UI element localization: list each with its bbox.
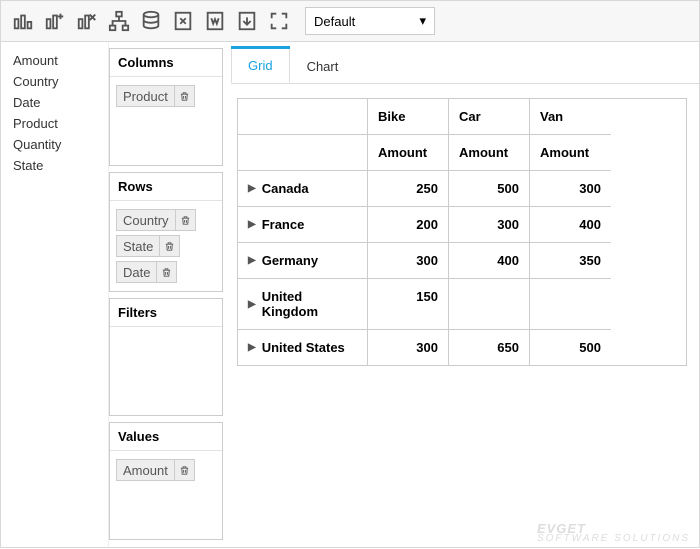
main-area: AmountCountryDateProductQuantityState Co… xyxy=(0,42,700,548)
pivot-cell: 300 xyxy=(449,207,530,243)
pivot-cell xyxy=(449,279,530,330)
excel-export-icon[interactable] xyxy=(169,7,197,35)
panel-values: Values Amount xyxy=(109,422,223,540)
pivot-sub-header: Amount xyxy=(449,135,530,171)
expand-icon[interactable]: ▶ xyxy=(248,219,256,230)
layout-selector[interactable]: Default ▾ xyxy=(305,7,435,35)
pivot-corner xyxy=(238,99,368,135)
pivot-row-header[interactable]: ▶ France xyxy=(238,207,368,243)
tabs: Grid Chart xyxy=(231,44,699,84)
field-item[interactable]: Country xyxy=(7,71,102,92)
panel-columns-body[interactable]: Product xyxy=(110,77,222,165)
tab-chart[interactable]: Chart xyxy=(290,49,356,83)
pivot-row-label: United Kingdom xyxy=(262,289,357,319)
panel-filters: Filters xyxy=(109,298,223,416)
trash-icon[interactable] xyxy=(174,86,194,106)
bar-add-icon[interactable] xyxy=(41,7,69,35)
toolbar: Default ▾ xyxy=(0,0,700,42)
pivot-row-label: Canada xyxy=(262,181,309,196)
panel-rows-body[interactable]: Country State Date xyxy=(110,201,222,291)
content-area: Grid Chart BikeCarVanAmountAmountAmount▶… xyxy=(227,42,699,547)
pivot-cell: 400 xyxy=(530,207,611,243)
field-tag[interactable]: Country xyxy=(116,209,196,231)
pivot-cell: 650 xyxy=(449,330,530,365)
database-icon[interactable] xyxy=(137,7,165,35)
panel-rows: Rows Country State Date xyxy=(109,172,223,292)
panel-filters-header: Filters xyxy=(110,299,222,327)
pivot-row-header[interactable]: ▶ United Kingdom xyxy=(238,279,368,330)
expand-icon[interactable]: ▶ xyxy=(248,342,256,353)
field-tag-label: Country xyxy=(117,213,175,228)
field-item[interactable]: Date xyxy=(7,92,102,113)
field-list: AmountCountryDateProductQuantityState xyxy=(1,42,109,547)
expand-icon[interactable]: ▶ xyxy=(248,299,256,310)
field-tag[interactable]: Amount xyxy=(116,459,195,481)
chevron-down-icon: ▾ xyxy=(419,13,426,29)
trash-icon[interactable] xyxy=(159,236,179,256)
pivot-cell: 250 xyxy=(368,171,449,207)
trash-icon[interactable] xyxy=(175,210,195,230)
panel-columns: Columns Product xyxy=(109,48,223,166)
panel-rows-header: Rows xyxy=(110,173,222,201)
pivot-cell xyxy=(530,279,611,330)
trash-icon[interactable] xyxy=(156,262,176,282)
bar-remove-icon[interactable] xyxy=(73,7,101,35)
pivot-col-header[interactable]: Car xyxy=(449,99,530,135)
trash-icon[interactable] xyxy=(174,460,194,480)
pivot-cell: 200 xyxy=(368,207,449,243)
field-tag-label: Date xyxy=(117,265,156,280)
pivot-sub-header: Amount xyxy=(530,135,611,171)
pivot-grid: BikeCarVanAmountAmountAmount▶Canada25050… xyxy=(237,98,687,366)
field-tag[interactable]: Product xyxy=(116,85,195,107)
field-tag[interactable]: Date xyxy=(116,261,177,283)
pivot-sub-header: Amount xyxy=(368,135,449,171)
pivot-cell: 500 xyxy=(530,330,611,365)
field-tag-label: State xyxy=(117,239,159,254)
layout-selector-value: Default xyxy=(314,14,355,29)
panel-values-header: Values xyxy=(110,423,222,451)
field-item[interactable]: Amount xyxy=(7,50,102,71)
field-item[interactable]: Quantity xyxy=(7,134,102,155)
pivot-cell: 300 xyxy=(368,243,449,279)
pivot-cell: 150 xyxy=(368,279,449,330)
pdf-export-icon[interactable] xyxy=(233,7,261,35)
pivot-cell: 300 xyxy=(530,171,611,207)
pivot-row-header[interactable]: ▶ Germany xyxy=(238,243,368,279)
pivot-col-header[interactable]: Van xyxy=(530,99,611,135)
panel-filters-body[interactable] xyxy=(110,327,222,415)
fullscreen-icon[interactable] xyxy=(265,7,293,35)
pivot-corner xyxy=(238,135,368,171)
pivot-cell: 500 xyxy=(449,171,530,207)
panel-values-body[interactable]: Amount xyxy=(110,451,222,539)
pivot-row-header[interactable]: ▶ United States xyxy=(238,330,368,365)
pivot-row-label: France xyxy=(262,217,305,232)
pivot-row-label: Germany xyxy=(262,253,318,268)
pivot-row-header[interactable]: ▶ Canada xyxy=(238,171,368,207)
field-item[interactable]: State xyxy=(7,155,102,176)
pivot-cell: 400 xyxy=(449,243,530,279)
tree-icon[interactable] xyxy=(105,7,133,35)
field-tag[interactable]: State xyxy=(116,235,180,257)
tab-grid[interactable]: Grid xyxy=(231,48,290,83)
pivot-row-label: United States xyxy=(262,340,345,355)
config-panels: Columns Product Rows Country State Date Fi… xyxy=(109,42,227,547)
panel-columns-header: Columns xyxy=(110,49,222,77)
word-export-icon[interactable] xyxy=(201,7,229,35)
field-tag-label: Product xyxy=(117,89,174,104)
pivot-col-header[interactable]: Bike xyxy=(368,99,449,135)
field-item[interactable]: Product xyxy=(7,113,102,134)
bar-chart-icon[interactable] xyxy=(9,7,37,35)
pivot-cell: 350 xyxy=(530,243,611,279)
expand-icon[interactable]: ▶ xyxy=(248,183,256,194)
expand-icon[interactable]: ▶ xyxy=(248,255,256,266)
field-tag-label: Amount xyxy=(117,463,174,478)
pivot-cell: 300 xyxy=(368,330,449,365)
